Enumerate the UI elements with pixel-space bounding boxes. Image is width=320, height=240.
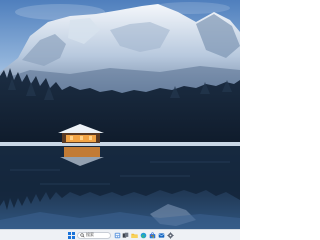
gear-icon[interactable] [167, 232, 174, 239]
taskbar: 搜索 [0, 229, 240, 240]
widgets-icon[interactable] [114, 232, 121, 239]
task-view-icon[interactable] [122, 232, 129, 239]
desktop-wallpaper [0, 0, 240, 229]
folder-icon[interactable] [131, 232, 138, 239]
mail-icon[interactable] [158, 232, 165, 239]
windows-start-icon[interactable] [68, 232, 75, 239]
search-icon [80, 233, 85, 238]
edge-icon[interactable] [140, 232, 147, 239]
search-input[interactable]: 搜索 [86, 232, 94, 238]
taskbar-search-box[interactable]: 搜索 [77, 232, 111, 239]
store-icon[interactable] [149, 232, 156, 239]
desktop: 搜索 [0, 0, 240, 240]
